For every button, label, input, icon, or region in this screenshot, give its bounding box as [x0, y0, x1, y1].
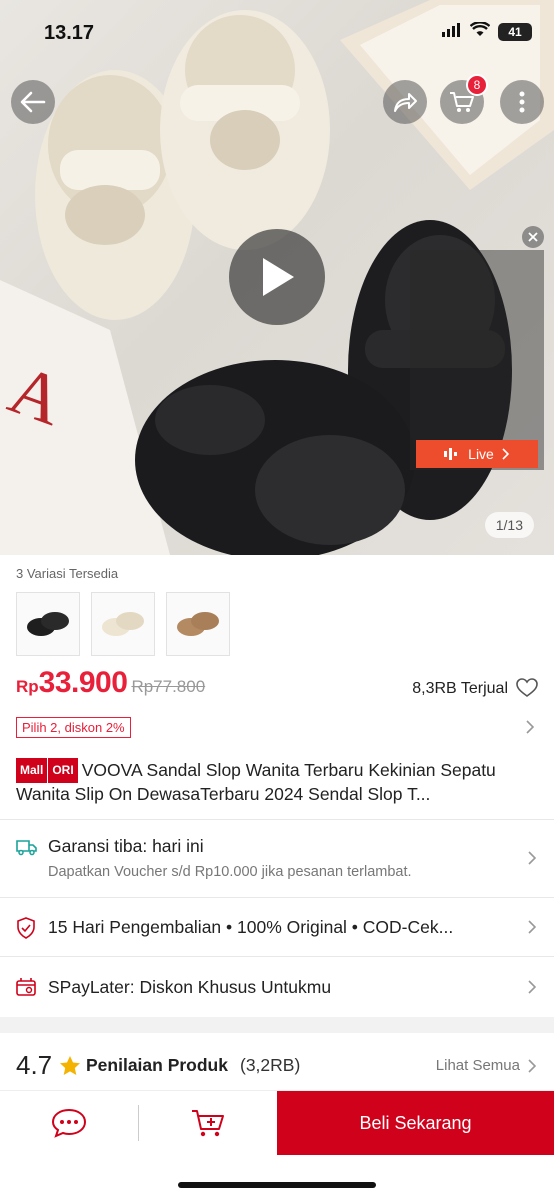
mall-badge: Mall	[16, 758, 48, 783]
variants-label: 3 Variasi Tersedia	[16, 566, 119, 581]
price-row: Rp 33.900 Rp77.800	[16, 666, 205, 700]
star-icon	[60, 1056, 80, 1075]
add-to-cart-button[interactable]	[139, 1091, 277, 1155]
paylater-icon	[16, 978, 36, 996]
product-title-block: Mall ORI VOOVA Sandal Slop Wanita Terbaru …	[16, 758, 540, 806]
live-button[interactable]: Live	[416, 440, 538, 468]
product-image-gallery[interactable]: A 13.17 41 8 Live 1/13	[0, 0, 554, 555]
guarantee-text: 15 Hari Pengembalian • 100% Original • C…	[48, 917, 454, 937]
live-preview[interactable]	[410, 250, 544, 470]
live-close-button[interactable]	[522, 226, 544, 248]
wifi-icon	[469, 21, 491, 42]
price-value: 33.900	[38, 666, 128, 699]
heart-icon	[516, 678, 538, 697]
see-all-link[interactable]: Lihat Semua	[436, 1057, 520, 1074]
promo-chevron-icon[interactable]	[526, 720, 535, 739]
promo-tag[interactable]: Pilih 2, diskon 2%	[16, 717, 131, 738]
cart-badge: 8	[466, 74, 488, 96]
live-bars-icon	[444, 448, 458, 460]
price-currency: Rp	[16, 677, 39, 696]
share-button[interactable]	[383, 80, 427, 124]
wishlist-button[interactable]	[516, 678, 538, 703]
chevron-right-icon	[528, 1059, 536, 1073]
truck-icon	[16, 840, 37, 856]
home-indicator	[178, 1182, 376, 1188]
ori-badge: ORI	[47, 758, 78, 783]
sold-count: 8,3RB Terjual	[412, 680, 508, 697]
buy-now-button[interactable]: Beli Sekarang	[277, 1091, 554, 1155]
rating-title: Penilaian Produk	[86, 1055, 228, 1075]
more-vertical-icon	[519, 91, 525, 113]
chevron-right-icon	[528, 980, 536, 994]
chevron-right-icon	[502, 448, 509, 460]
variant-image	[27, 612, 69, 636]
status-icons: 41	[442, 21, 532, 42]
divider	[0, 956, 554, 957]
chat-icon	[51, 1108, 87, 1138]
mall-ori-badge: Mall ORI	[16, 758, 78, 783]
battery-icon: 41	[498, 23, 532, 41]
bottom-action-bar: Beli Sekarang	[0, 1090, 554, 1155]
rating-score: 4.7	[16, 1050, 53, 1080]
play-video-button[interactable]	[229, 229, 325, 325]
variant-image	[102, 612, 144, 636]
play-icon	[263, 258, 294, 296]
status-time: 13.17	[44, 22, 95, 44]
back-button[interactable]	[11, 80, 55, 124]
cart-add-icon	[192, 1110, 224, 1137]
cart-button[interactable]: 8	[440, 74, 488, 124]
product-title: VOOVA Sandal Slop Wanita Terbaru Kekinia…	[16, 760, 496, 804]
paylater-text: SPayLater: Diskon Khusus Untukmu	[48, 977, 332, 997]
chevron-right-icon	[528, 920, 536, 934]
variant-image	[177, 612, 219, 636]
shipping-subtitle: Dapatkan Voucher s/d Rp10.000 jika pesan…	[48, 864, 412, 880]
close-icon	[528, 232, 538, 242]
more-button[interactable]	[500, 80, 544, 124]
divider	[0, 897, 554, 898]
shield-check-icon	[17, 917, 35, 939]
shipping-title: Garansi tiba: hari ini	[48, 836, 204, 856]
section-separator	[0, 1017, 554, 1033]
live-label: Live	[468, 446, 494, 462]
chevron-right-icon	[528, 851, 536, 865]
variant-thumb-cream[interactable]	[91, 592, 155, 656]
variant-thumb-brown[interactable]	[166, 592, 230, 656]
divider	[0, 819, 554, 820]
rating-count: (3,2RB)	[240, 1055, 301, 1075]
image-counter: 1/13	[484, 512, 534, 538]
variant-thumb-black[interactable]	[16, 592, 80, 656]
signal-icon	[442, 22, 462, 42]
arrow-left-icon	[20, 91, 46, 113]
share-icon	[394, 93, 417, 112]
price-original: Rp77.800	[131, 677, 206, 696]
chat-button[interactable]	[0, 1091, 138, 1155]
